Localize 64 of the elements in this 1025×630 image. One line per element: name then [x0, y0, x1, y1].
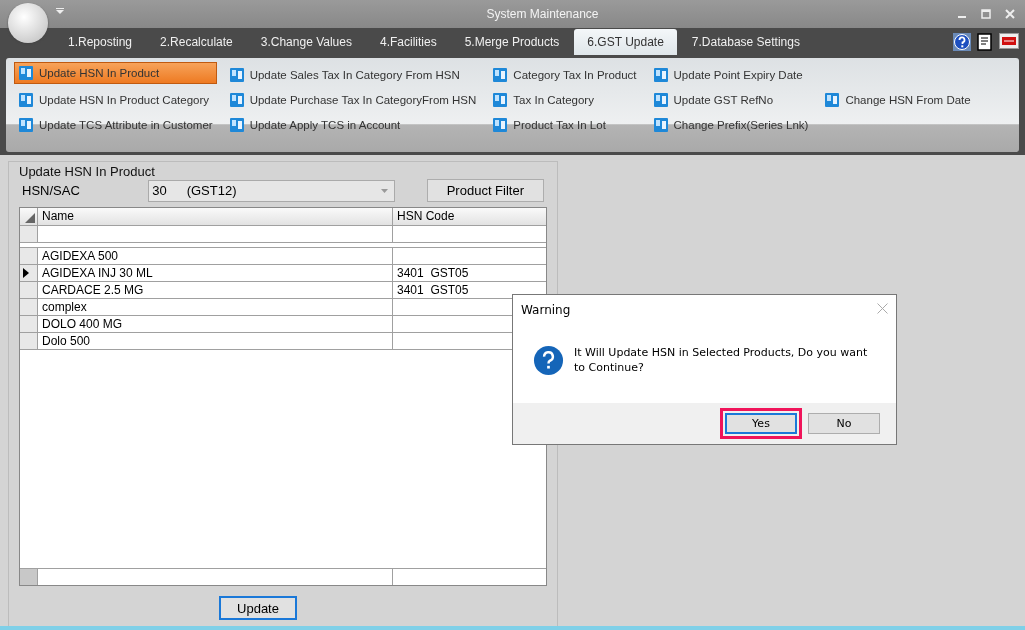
folder-icon [824, 91, 841, 108]
tab[interactable]: 2.Recalculate [147, 29, 246, 55]
table-cell: DOLO 400 MG [38, 316, 393, 332]
folder-icon [18, 116, 34, 133]
product-filter-button[interactable]: Product Filter [426, 179, 544, 202]
document-icon[interactable] [977, 32, 993, 51]
ribbon-item[interactable]: Update Sales Tax In Category From HSN [224, 62, 481, 87]
table-cell: AGIDEXA INJ 30 ML [38, 265, 393, 281]
column-header[interactable]: Name [38, 208, 393, 225]
table-cell: CARDACE 2.5 MG [38, 282, 393, 298]
table-cell: complex [38, 299, 393, 315]
folder-icon [492, 66, 509, 83]
table-cell: AGIDEXA 500 [38, 248, 393, 264]
ribbon-item[interactable]: Update Point Expiry Date [648, 62, 813, 87]
folder-icon [228, 66, 245, 83]
window-title: System Maintenance [485, 7, 599, 21]
folder-icon [18, 65, 34, 81]
folder-icon [652, 91, 669, 108]
dialog-button[interactable]: Yes [725, 413, 797, 434]
folder-icon [652, 116, 669, 133]
maximize-icon[interactable] [981, 9, 991, 19]
ribbon-item[interactable]: Update TCS Attribute in Customer [14, 112, 217, 137]
ribbon-item[interactable]: Change HSN From Date [820, 87, 975, 112]
dialog-message: It Will Update HSN in Selected Products, Do you want to Continue? [574, 345, 869, 375]
ribbon-item[interactable]: Update Purchase Tax In CategoryFrom HSN [224, 87, 481, 112]
dialog-button[interactable]: No [808, 413, 880, 434]
caret-icon [380, 188, 388, 193]
ribbon-item[interactable]: Category Tax In Product [488, 62, 641, 87]
folder-icon [228, 116, 245, 133]
table-cell-text: 3401 GST05 [396, 282, 470, 298]
tab[interactable]: 5.Merge Products [451, 29, 573, 55]
tab[interactable]: 6.GST Update [574, 29, 677, 55]
dialog-title: Warning [521, 303, 571, 317]
table-cell-text: 3401 GST05 [396, 265, 470, 281]
folder-icon [492, 116, 509, 133]
dropdown-arrow-icon[interactable] [56, 8, 64, 14]
help-icon[interactable] [953, 32, 971, 51]
ribbon-item[interactable]: Update GST RefNo [648, 87, 813, 112]
folder-icon [18, 91, 34, 108]
table-cell: Dolo 500 [38, 333, 393, 349]
column-header[interactable]: HSN Code [393, 208, 546, 225]
update-button[interactable]: Update [219, 596, 297, 620]
tab[interactable]: 1.Reposting [55, 29, 146, 55]
question-icon [533, 344, 564, 376]
ribbon-item[interactable]: Update Apply TCS in Account [224, 112, 481, 137]
tab[interactable]: 7.Database Settings [678, 29, 813, 55]
folder-icon [492, 91, 509, 108]
corner-icon [25, 213, 35, 223]
tab[interactable]: 4.Facilities [366, 29, 450, 55]
tab[interactable]: 3.Change Values [247, 29, 365, 55]
ribbon-item[interactable]: Tax In Category [488, 87, 641, 112]
exit-sign-icon[interactable] [999, 32, 1019, 49]
row-pointer-icon [23, 268, 29, 278]
ribbon-item[interactable]: Product Tax In Lot [488, 112, 641, 137]
ribbon-item[interactable]: Update HSN In Product Category [14, 87, 217, 112]
group-title: Update HSN In Product [19, 164, 156, 179]
ribbon-item[interactable]: Update HSN In Product [14, 62, 217, 84]
row-header[interactable] [20, 265, 38, 281]
hsn-dropdown[interactable]: 30 (GST12) [148, 179, 395, 202]
ribbon-item[interactable]: Change Prefix(Series Lnk) [648, 112, 813, 137]
folder-icon [652, 66, 669, 83]
folder-icon [228, 91, 245, 108]
field-label: HSN/SAC [22, 183, 81, 198]
close-icon[interactable] [877, 303, 888, 314]
